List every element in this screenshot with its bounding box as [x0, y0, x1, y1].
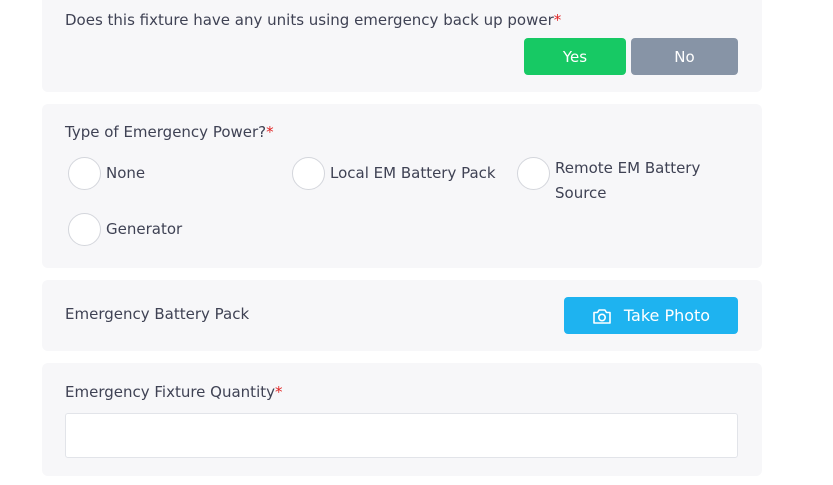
- battery-pack-card: Emergency Battery Pack Take Photo: [42, 280, 762, 351]
- required-mark: *: [275, 383, 283, 401]
- emergency-power-type-question: Type of Emergency Power?*: [65, 123, 274, 141]
- radio-option-local-em-battery-pack[interactable]: Local EM Battery Pack: [292, 157, 496, 190]
- emergency-power-type-card: Type of Emergency Power?* None Local EM …: [42, 104, 762, 268]
- camera-icon: [593, 308, 611, 324]
- radio-option-none[interactable]: None: [68, 157, 145, 190]
- fixture-quantity-input[interactable]: [65, 413, 738, 458]
- fixture-quantity-label: Emergency Fixture Quantity*: [65, 383, 283, 401]
- form-page: Does this fixture have any units using e…: [0, 0, 833, 485]
- radio-button[interactable]: [68, 213, 101, 246]
- yes-button[interactable]: Yes: [524, 38, 626, 75]
- radio-button[interactable]: [68, 157, 101, 190]
- no-button[interactable]: No: [631, 38, 738, 75]
- required-mark: *: [266, 123, 274, 141]
- radio-button[interactable]: [292, 157, 325, 190]
- radio-label: Generator: [106, 220, 183, 238]
- radio-option-remote-em-battery-source[interactable]: Remote EM Battery Source: [517, 157, 730, 206]
- radio-label: Remote EM Battery Source: [555, 159, 701, 202]
- take-photo-button[interactable]: Take Photo: [564, 297, 738, 334]
- fixture-quantity-card: Emergency Fixture Quantity*: [42, 363, 762, 476]
- radio-button[interactable]: [517, 157, 550, 190]
- radio-label: None: [106, 164, 146, 182]
- battery-pack-label: Emergency Battery Pack: [65, 305, 250, 323]
- backup-power-card: Does this fixture have any units using e…: [42, 0, 762, 92]
- radio-label: Local EM Battery Pack: [330, 164, 496, 182]
- take-photo-label: Take Photo: [623, 306, 711, 325]
- backup-power-question: Does this fixture have any units using e…: [65, 11, 562, 29]
- required-mark: *: [553, 11, 562, 29]
- radio-option-generator[interactable]: Generator: [68, 213, 182, 246]
